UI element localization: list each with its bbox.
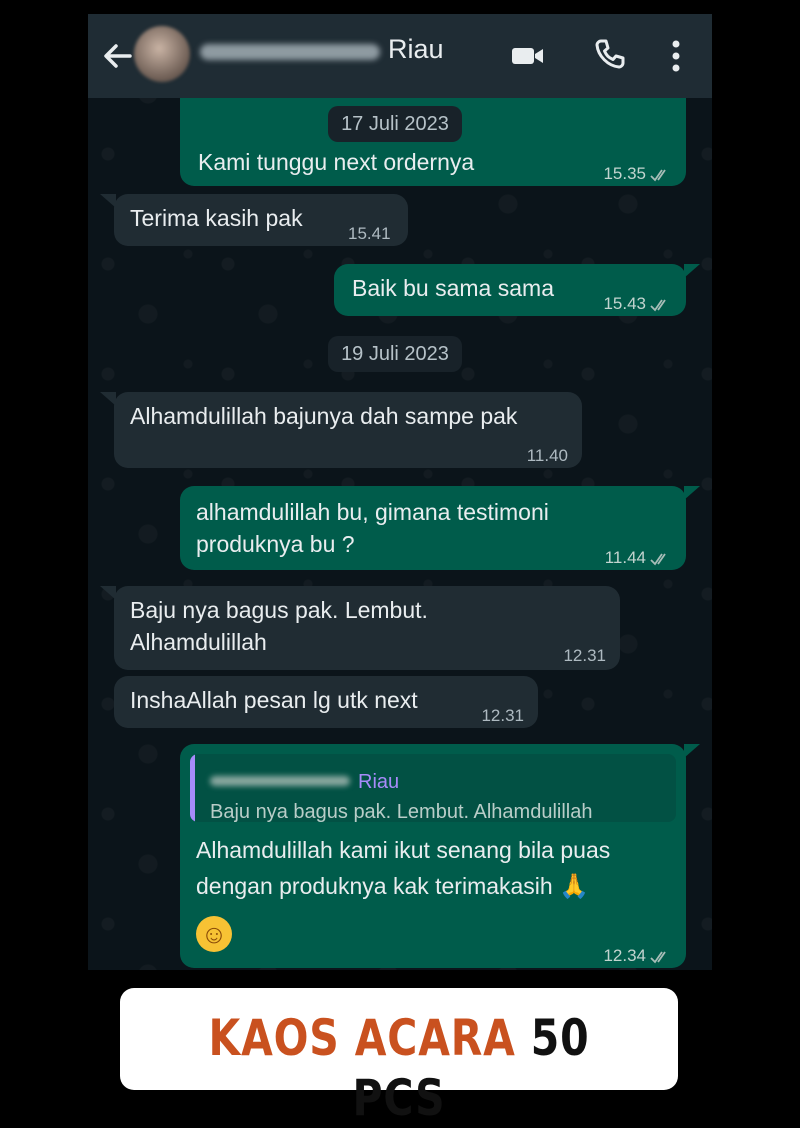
- double-check-icon: [650, 168, 666, 181]
- promo-banner: KAOS ACARA 50 PCS: [120, 988, 678, 1127]
- message-text-line: produknya bu ?: [196, 531, 355, 557]
- back-arrow-icon[interactable]: [98, 36, 138, 76]
- message-outgoing[interactable]: Baik bu sama sama 15.43: [334, 264, 686, 316]
- message-incoming[interactable]: Alhamdulillah bajunya dah sampe pak 11.4…: [114, 392, 582, 468]
- quoted-reply[interactable]: Riau Baju nya bagus pak. Lembut. Alhamdu…: [190, 754, 676, 822]
- time-label: 15.43: [603, 294, 646, 313]
- message-text: Kami tunggu next ordernya: [198, 149, 475, 175]
- message-text: Baik bu sama sama: [352, 275, 554, 301]
- reply-text: Baju nya bagus pak. Lembut. Alhamdulilla…: [210, 801, 593, 822]
- date-chip: 17 Juli 2023: [328, 106, 462, 142]
- double-check-icon: [650, 950, 666, 963]
- message-time: 15.41: [348, 224, 391, 243]
- message-time: 15.43: [603, 288, 672, 320]
- message-text-line-content: dengan produknya kak terimakasih: [196, 873, 553, 899]
- message-outgoing[interactable]: alhamdulillah bu, gimana testimoni produ…: [180, 486, 686, 570]
- chat-screen: Riau Kami tunggu next ordernya 15.35 17 …: [88, 14, 712, 970]
- message-time: 12.31: [481, 706, 524, 725]
- message-outgoing[interactable]: Riau Baju nya bagus pak. Lembut. Alhamdu…: [180, 744, 686, 968]
- folded-hands-emoji: 🙏: [559, 873, 589, 900]
- reply-sender: Riau: [358, 771, 400, 793]
- reply-accent-bar: [190, 754, 195, 822]
- date-chip: 19 Juli 2023: [328, 336, 462, 372]
- time-label: 12.34: [603, 946, 646, 965]
- message-text-line: Alhamdulillah kami ikut senang bila puas: [196, 837, 611, 863]
- time-label: 11.44: [604, 548, 646, 567]
- bubble-tail: [684, 264, 700, 278]
- chat-header: Riau: [88, 14, 712, 98]
- blurred-name: [200, 44, 380, 60]
- video-call-icon[interactable]: [510, 40, 546, 72]
- message-text: Alhamdulillah bajunya dah sampe pak: [130, 403, 518, 429]
- message-text-line: alhamdulillah bu, gimana testimoni: [196, 499, 549, 525]
- message-text: InshaAllah pesan lg utk next: [130, 687, 418, 713]
- message-time: 12.31: [563, 646, 606, 665]
- bubble-tail: [684, 744, 700, 758]
- message-text-line: Alhamdulillah: [130, 629, 267, 655]
- smiling-face-emoji: ☺: [196, 916, 232, 952]
- double-check-icon: [650, 552, 666, 565]
- banner-accent-text: KAOS ACARA: [208, 1009, 516, 1067]
- message-incoming[interactable]: Terima kasih pak 15.41: [114, 194, 408, 246]
- message-time: 12.34: [603, 940, 672, 970]
- message-incoming[interactable]: InshaAllah pesan lg utk next 12.31: [114, 676, 538, 728]
- message-text-line: Baju nya bagus pak. Lembut.: [130, 597, 428, 623]
- avatar[interactable]: [134, 26, 190, 82]
- bubble-tail: [684, 486, 700, 500]
- time-label: 15.35: [603, 164, 646, 183]
- contact-name[interactable]: Riau: [388, 34, 444, 65]
- blurred-name: [210, 776, 350, 786]
- message-time: 15.35: [603, 158, 672, 190]
- more-vertical-icon[interactable]: [666, 36, 686, 76]
- message-time: 11.44: [605, 542, 672, 574]
- message-text-line: dengan produknya kak terimakasih 🙏: [196, 870, 589, 903]
- double-check-icon: [650, 298, 666, 311]
- message-time: 11.40: [526, 446, 568, 465]
- message-text: Terima kasih pak: [130, 205, 303, 231]
- banner-text: KAOS ACARA 50 PCS: [170, 1008, 628, 1128]
- phone-icon[interactable]: [592, 36, 628, 72]
- message-incoming[interactable]: Baju nya bagus pak. Lembut. Alhamdulilla…: [114, 586, 620, 670]
